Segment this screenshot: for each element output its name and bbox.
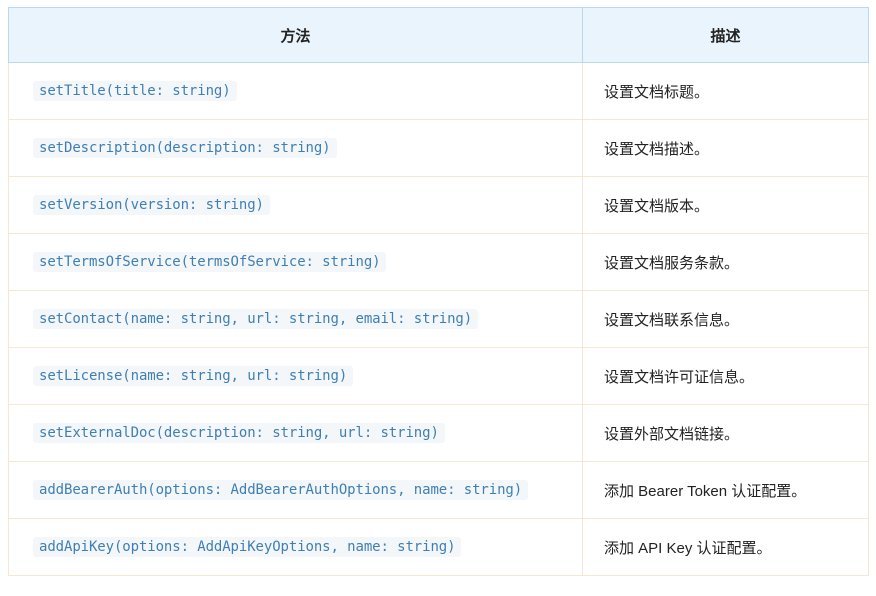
table-header-description: 描述	[582, 7, 869, 63]
table-row: setTermsOfService(termsOfService: string…	[8, 233, 869, 291]
method-cell: setExternalDoc(description: string, url:…	[8, 404, 583, 462]
method-description: 设置外部文档链接。	[582, 404, 869, 462]
table-header: 方法 描述	[8, 7, 869, 63]
table-row: setTitle(title: string) 设置文档标题。	[8, 62, 869, 120]
method-code: setLicense(name: string, url: string)	[33, 366, 354, 386]
method-description: 设置文档版本。	[582, 176, 869, 234]
method-code: setVersion(version: string)	[33, 195, 270, 215]
method-cell: setTermsOfService(termsOfService: string…	[8, 233, 583, 291]
method-code: setContact(name: string, url: string, em…	[33, 309, 479, 329]
method-description: 设置文档描述。	[582, 119, 869, 177]
method-description: 添加 Bearer Token 认证配置。	[582, 461, 869, 519]
table-row: addBearerAuth(options: AddBearerAuthOpti…	[8, 461, 869, 519]
api-methods-table: 方法 描述 setTitle(title: string) 设置文档标题。 se…	[8, 7, 869, 576]
method-cell: addBearerAuth(options: AddBearerAuthOpti…	[8, 461, 583, 519]
method-description: 设置文档许可证信息。	[582, 347, 869, 405]
table-row: setContact(name: string, url: string, em…	[8, 290, 869, 348]
method-code: setDescription(description: string)	[33, 138, 337, 158]
table-row: addApiKey(options: AddApiKeyOptions, nam…	[8, 518, 869, 576]
method-code: addBearerAuth(options: AddBearerAuthOpti…	[33, 480, 529, 500]
method-code: setTermsOfService(termsOfService: string…	[33, 252, 387, 272]
table-header-row: 方法 描述	[8, 7, 869, 63]
method-cell: setVersion(version: string)	[8, 176, 583, 234]
method-description: 设置文档服务条款。	[582, 233, 869, 291]
table-header-method: 方法	[8, 7, 583, 63]
method-code: addApiKey(options: AddApiKeyOptions, nam…	[33, 537, 462, 557]
table-row: setLicense(name: string, url: string) 设置…	[8, 347, 869, 405]
table-row: setExternalDoc(description: string, url:…	[8, 404, 869, 462]
table-row: setVersion(version: string) 设置文档版本。	[8, 176, 869, 234]
method-description: 设置文档联系信息。	[582, 290, 869, 348]
method-cell: setContact(name: string, url: string, em…	[8, 290, 583, 348]
method-cell: setDescription(description: string)	[8, 119, 583, 177]
method-cell: setLicense(name: string, url: string)	[8, 347, 583, 405]
method-code: setTitle(title: string)	[33, 81, 237, 101]
method-description: 添加 API Key 认证配置。	[582, 518, 869, 576]
method-code: setExternalDoc(description: string, url:…	[33, 423, 445, 443]
method-cell: setTitle(title: string)	[8, 62, 583, 120]
table-body: setTitle(title: string) 设置文档标题。 setDescr…	[8, 62, 869, 576]
method-cell: addApiKey(options: AddApiKeyOptions, nam…	[8, 518, 583, 576]
table-row: setDescription(description: string) 设置文档…	[8, 119, 869, 177]
method-description: 设置文档标题。	[582, 62, 869, 120]
